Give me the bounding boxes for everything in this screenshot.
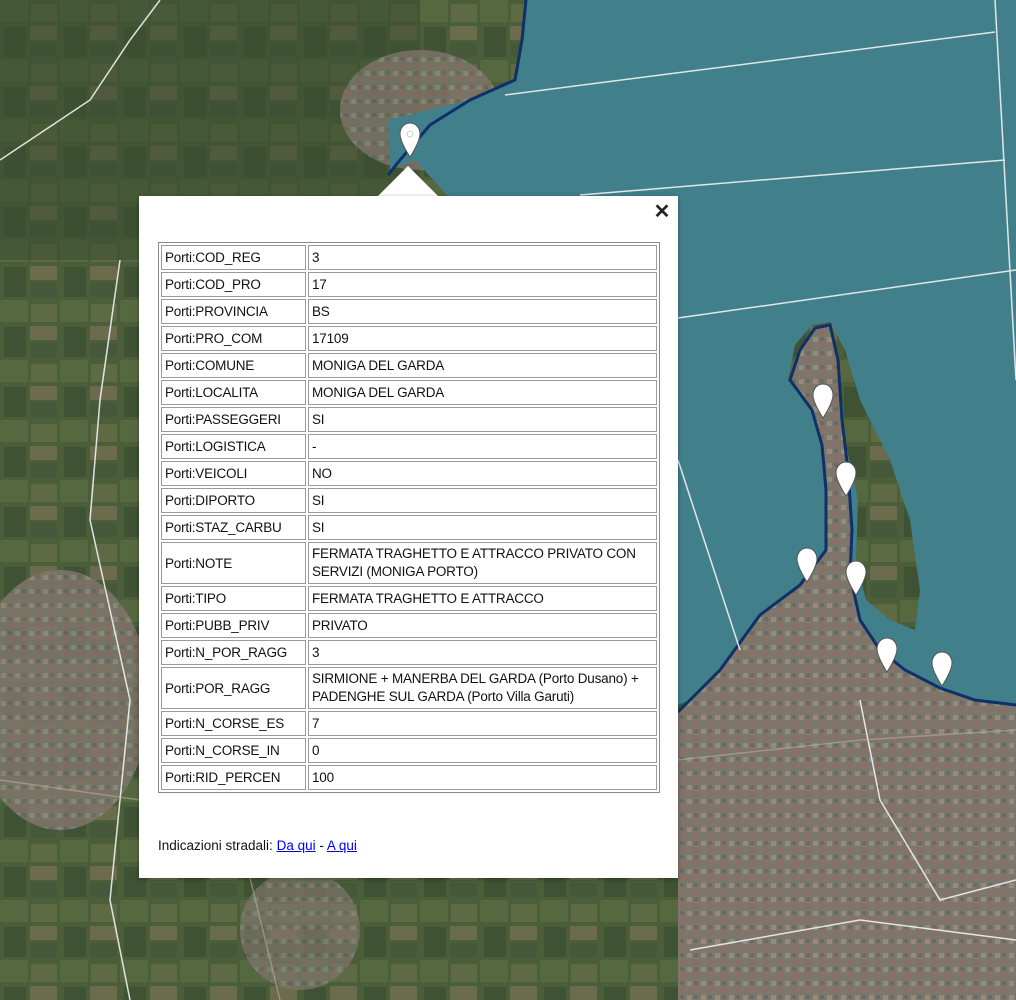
map-pin-icon-marker-moniga[interactable] [399,122,421,158]
attribute-key: Porti:N_CORSE_IN [161,738,306,763]
town-area-south [240,870,360,990]
attribute-value: 0 [308,738,657,763]
attribute-value: SI [308,407,657,432]
directions-to-here-link[interactable]: A qui [327,838,357,853]
attribute-key: Porti:NOTE [161,542,306,584]
table-row: Porti:LOGISTICA - [161,434,657,459]
attribute-key: Porti:LOCALITA [161,380,306,405]
attribute-table: Porti:COD_REG 3 Porti:COD_PRO 17 Porti:PROVI… [158,242,660,793]
map-pin-icon-marker-sirmione-5[interactable] [876,637,898,673]
directions-separator: - [319,838,324,853]
map-pin-icon-marker-sirmione-6[interactable] [931,651,953,687]
attribute-key: Porti:TIPO [161,586,306,611]
attribute-value: FERMATA TRAGHETTO E ATTRACCO PRIVATO CON… [308,542,657,584]
attribute-key: Porti:POR_RAGG [161,667,306,709]
attribute-value: 7 [308,711,657,736]
attribute-key: Porti:COMUNE [161,353,306,378]
close-icon[interactable]: ✕ [652,202,672,222]
attribute-key: Porti:N_CORSE_ES [161,711,306,736]
attribute-key: Porti:PRO_COM [161,326,306,351]
map-pin-icon-marker-sirmione-2[interactable] [835,461,857,497]
attribute-value: SIRMIONE + MANERBA DEL GARDA (Porto Dusa… [308,667,657,709]
table-row: Porti:NOTE FERMATA TRAGHETTO E ATTRACCO P… [161,542,657,584]
attribute-key: Porti:PUBB_PRIV [161,613,306,638]
table-row: Porti:N_CORSE_IN 0 [161,738,657,763]
attribute-key: Porti:PROVINCIA [161,299,306,324]
attribute-value: BS [308,299,657,324]
infowindow: ✕ Porti:COD_REG 3 Porti:COD_PRO 17 Porti:PRO… [139,196,678,878]
attribute-value: SI [308,515,657,540]
table-row: Porti:STAZ_CARBU SI [161,515,657,540]
attribute-value: NO [308,461,657,486]
attribute-value: 17 [308,272,657,297]
table-row: Porti:PRO_COM 17109 [161,326,657,351]
map-pin-icon-marker-sirmione-3[interactable] [796,547,818,583]
attribute-key: Porti:LOGISTICA [161,434,306,459]
table-row: Porti:COD_REG 3 [161,245,657,270]
table-row: Porti:RID_PERCEN 100 [161,765,657,790]
attribute-value: 17109 [308,326,657,351]
directions-links: Indicazioni stradali: Da qui - A qui [158,838,357,853]
table-row: Porti:N_CORSE_ES 7 [161,711,657,736]
map-pin-icon-marker-sirmione-4[interactable] [845,560,867,596]
attribute-value: 100 [308,765,657,790]
table-row: Porti:N_POR_RAGG 3 [161,640,657,665]
table-row: Porti:PASSEGGERI SI [161,407,657,432]
attribute-value: SI [308,488,657,513]
attribute-key: Porti:DIPORTO [161,488,306,513]
attribute-key: Porti:COD_REG [161,245,306,270]
table-row: Porti:COMUNE MONIGA DEL GARDA [161,353,657,378]
directions-label: Indicazioni stradali: [158,838,273,853]
attribute-key: Porti:STAZ_CARBU [161,515,306,540]
table-row: Porti:PUBB_PRIV PRIVATO [161,613,657,638]
attribute-value: MONIGA DEL GARDA [308,353,657,378]
attribute-value: - [308,434,657,459]
attribute-value: FERMATA TRAGHETTO E ATTRACCO [308,586,657,611]
table-row: Porti:LOCALITA MONIGA DEL GARDA [161,380,657,405]
table-row: Porti:VEICOLI NO [161,461,657,486]
attribute-value: PRIVATO [308,613,657,638]
infowindow-tail [376,166,440,198]
attribute-value: MONIGA DEL GARDA [308,380,657,405]
attribute-key: Porti:COD_PRO [161,272,306,297]
table-row: Porti:PROVINCIA BS [161,299,657,324]
attribute-key: Porti:N_POR_RAGG [161,640,306,665]
table-row: Porti:POR_RAGG SIRMIONE + MANERBA DEL GAR… [161,667,657,709]
table-row: Porti:COD_PRO 17 [161,272,657,297]
table-row: Porti:TIPO FERMATA TRAGHETTO E ATTRACCO [161,586,657,611]
attribute-key: Porti:RID_PERCEN [161,765,306,790]
table-row: Porti:DIPORTO SI [161,488,657,513]
attribute-key: Porti:PASSEGGERI [161,407,306,432]
directions-from-here-link[interactable]: Da qui [277,838,316,853]
attribute-key: Porti:VEICOLI [161,461,306,486]
map-pin-icon-marker-sirmione-1[interactable] [812,383,834,419]
attribute-value: 3 [308,640,657,665]
attribute-value: 3 [308,245,657,270]
